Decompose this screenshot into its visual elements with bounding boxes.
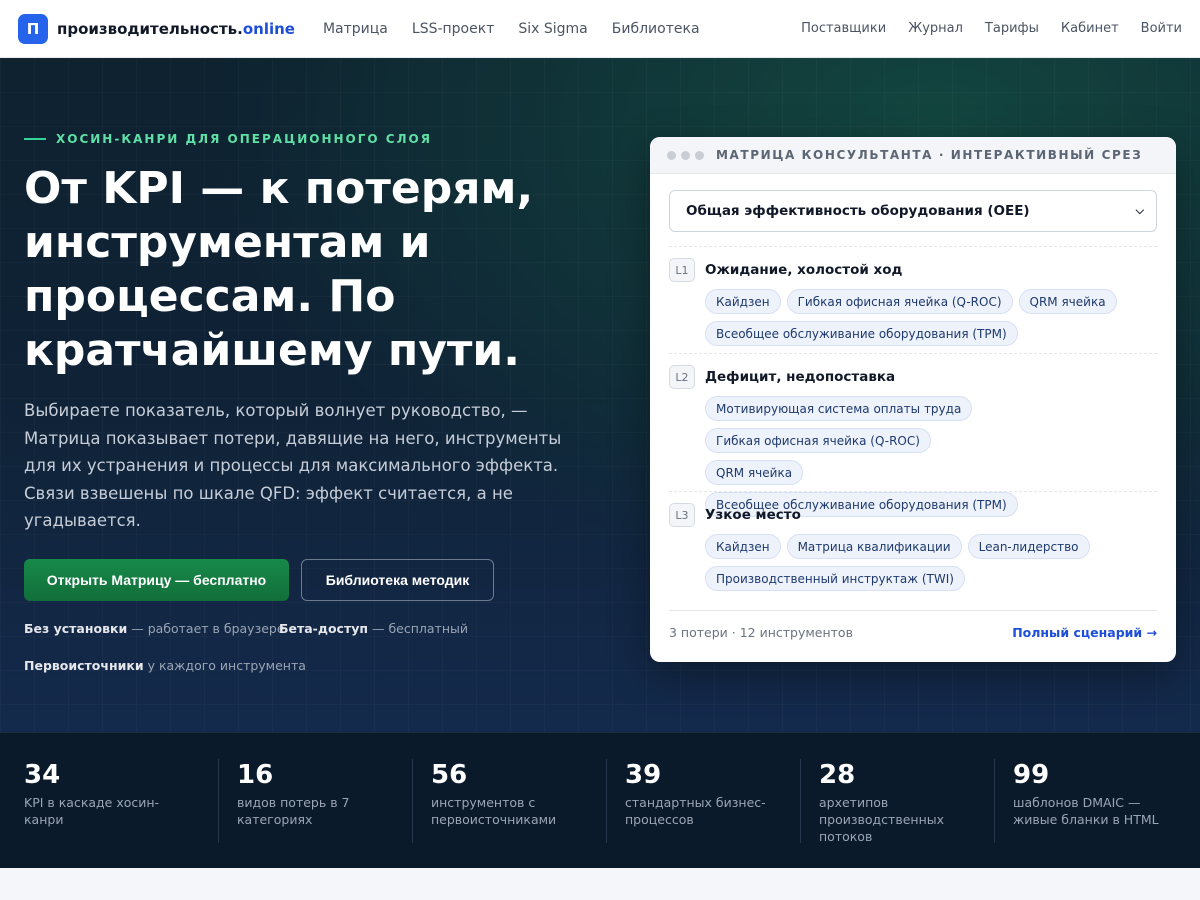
open-matrix-button[interactable]: Открыть Матрицу — бесплатно: [24, 559, 289, 601]
stat-archetypes: 28 архетипов производственных потоков: [819, 759, 969, 845]
brand-tld: online: [242, 19, 295, 38]
window-dot-icon: [681, 150, 690, 160]
feature-no-install-text: — работает в браузере: [127, 621, 285, 636]
brand-main: производительность.: [57, 19, 243, 38]
stat-divider: [218, 759, 219, 843]
stat-value: 16: [237, 760, 274, 790]
loss-item-l3: L3 Узкое место Кайдзен Матрица квалифика…: [669, 502, 1157, 591]
nav-link-login[interactable]: Войти: [1141, 21, 1182, 36]
stat-divider: [412, 759, 413, 843]
stat-divider: [800, 759, 801, 843]
window-dot-icon: [695, 150, 704, 160]
window-dot-icon: [667, 150, 676, 160]
stat-label: видов потерь в 7 категориях: [237, 795, 350, 827]
tool-chip[interactable]: Всеобщее обслуживание оборудования (TPM): [705, 321, 1018, 346]
nav-link-matrix[interactable]: Матрица: [323, 21, 388, 37]
divider: [669, 246, 1157, 247]
kpi-select[interactable]: Общая эффективность оборудования (OEE) ⌵: [669, 190, 1157, 232]
nav-link-account[interactable]: Кабинет: [1061, 21, 1119, 36]
stat-value: 28: [819, 760, 856, 790]
tool-chip[interactable]: Гибкая офисная ячейка (Q-ROC): [786, 289, 1013, 314]
stat-value: 34: [24, 760, 61, 790]
feature-beta-text: — бесплатный: [368, 621, 468, 636]
stat-kpi: 34 KPI в каскаде хосин-канри: [24, 759, 184, 828]
feature-no-install-title: Без установки: [24, 621, 128, 636]
nav-link-six-sigma[interactable]: Six Sigma: [518, 21, 587, 37]
divider: [669, 491, 1157, 492]
feature-sources-title: Первоисточники: [24, 658, 144, 673]
nav-link-journal[interactable]: Журнал: [908, 21, 963, 36]
loss-level-badge: L3: [669, 503, 695, 527]
nav-link-library[interactable]: Библиотека: [612, 21, 700, 37]
tool-chip[interactable]: Гибкая офисная ячейка (Q-ROC): [705, 428, 931, 453]
nav-link-suppliers[interactable]: Поставщики: [801, 21, 886, 36]
tool-chips: Мотивирующая система оплаты труда Гибкая…: [705, 396, 1018, 517]
card-header: МАТРИЦА КОНСУЛЬТАНТА · ИНТЕРАКТИВНЫЙ СРЕ…: [650, 137, 1176, 174]
stat-tools: 56 инструментов с первоисточниками: [431, 759, 586, 828]
stat-value: 99: [1013, 760, 1050, 790]
tool-chip[interactable]: QRM ячейка: [705, 460, 804, 485]
methods-library-button[interactable]: Библиотека методик: [301, 559, 494, 601]
nav-secondary-links: Поставщики Журнал Тарифы Кабинет Войти: [801, 21, 1182, 36]
brand-name[interactable]: производительность.online: [57, 20, 295, 38]
kpi-select-value: Общая эффективность оборудования (OEE): [686, 203, 1030, 219]
stat-divider: [606, 759, 607, 843]
loss-item-l1: L1 Ожидание, холостой ход Кайдзен Гибкая…: [669, 257, 1157, 346]
feature-sources-text: у каждого инструмента: [143, 658, 306, 673]
card-summary: 3 потери · 12 инструментов: [669, 625, 853, 640]
stats-bar: 34 KPI в каскаде хосин-канри 16 видов по…: [0, 732, 1200, 868]
stat-label: стандартных бизнес-процессов: [625, 795, 766, 827]
eyebrow-text: ХОСИН-КАНРИ ДЛЯ ОПЕРАЦИОННОГО СЛОЯ: [56, 132, 432, 146]
hero-title: От KPI — к потерям, инструментам и проце…: [24, 163, 534, 376]
chevron-down-icon: ⌵: [1135, 204, 1144, 217]
top-nav: П производительность.online Матрица LSS-…: [0, 0, 1200, 58]
tool-chip[interactable]: Кайдзен: [705, 534, 781, 559]
tool-chips: Кайдзен Матрица квалификации Lean-лидерс…: [705, 534, 1125, 591]
stat-label: KPI в каскаде хосин-канри: [24, 795, 160, 827]
stat-value: 56: [431, 760, 468, 790]
matrix-preview-card: МАТРИЦА КОНСУЛЬТАНТА · ИНТЕРАКТИВНЫЙ СРЕ…: [650, 137, 1176, 662]
loss-item-l2: L2 Дефицит, недопоставка Мотивирующая си…: [669, 364, 1157, 517]
feature-beta: Бета-доступ — бесплатный: [279, 621, 468, 636]
tool-chip[interactable]: QRM ячейка: [1018, 289, 1117, 314]
card-header-title: МАТРИЦА КОНСУЛЬТАНТА · ИНТЕРАКТИВНЫЙ СРЕ…: [716, 148, 1143, 162]
footer-divider: [669, 610, 1157, 611]
eyebrow-line: [24, 138, 46, 140]
stat-label: инструментов с первоисточниками: [431, 795, 557, 827]
tool-chip[interactable]: Lean-лидерство: [967, 534, 1090, 559]
feature-beta-title: Бета-доступ: [279, 621, 368, 636]
nav-link-lss-project[interactable]: LSS-проект: [412, 21, 494, 37]
tool-chip[interactable]: Матрица квалификации: [786, 534, 962, 559]
stat-value: 39: [625, 760, 662, 790]
tool-chip[interactable]: Мотивирующая система оплаты труда: [705, 396, 973, 421]
tool-chip[interactable]: Производственный инструктаж (TWI): [705, 566, 965, 591]
loss-name: Узкое место: [705, 507, 801, 523]
stat-processes: 39 стандартных бизнес-процессов: [625, 759, 780, 828]
feature-no-install: Без установки — работает в браузере: [24, 621, 285, 636]
stat-templates: 99 шаблонов DMAIC — живые бланки в HTML: [1013, 759, 1173, 828]
hero-description: Выбираете показатель, который волнует ру…: [24, 401, 562, 530]
hero-section: ХОСИН-КАНРИ ДЛЯ ОПЕРАЦИОННОГО СЛОЯ От KP…: [0, 58, 1200, 732]
stat-losses: 16 видов потерь в 7 категориях: [237, 759, 387, 828]
stat-label: архетипов производственных потоков: [819, 795, 945, 844]
tool-chip[interactable]: Кайдзен: [705, 289, 781, 314]
tool-chips: Кайдзен Гибкая офисная ячейка (Q-ROC) QR…: [705, 289, 1125, 346]
loss-name: Дефицит, недопоставка: [705, 369, 896, 385]
logo-icon[interactable]: П: [18, 13, 48, 44]
loss-level-badge: L2: [669, 365, 695, 389]
nav-link-pricing[interactable]: Тарифы: [985, 21, 1039, 36]
loss-name: Ожидание, холостой ход: [705, 262, 903, 278]
feature-sources: Первоисточники у каждого инструмента: [24, 658, 306, 673]
stat-label: шаблонов DMAIC — живые бланки в HTML: [1013, 795, 1159, 827]
full-scenario-link[interactable]: Полный сценарий →: [1012, 625, 1157, 640]
page-bottom-area: [0, 868, 1200, 900]
nav-primary-links: Матрица LSS-проект Six Sigma Библиотека: [323, 21, 700, 37]
divider: [669, 353, 1157, 354]
loss-level-badge: L1: [669, 258, 695, 282]
hero-eyebrow: ХОСИН-КАНРИ ДЛЯ ОПЕРАЦИОННОГО СЛОЯ: [24, 132, 432, 146]
stat-divider: [994, 759, 995, 843]
